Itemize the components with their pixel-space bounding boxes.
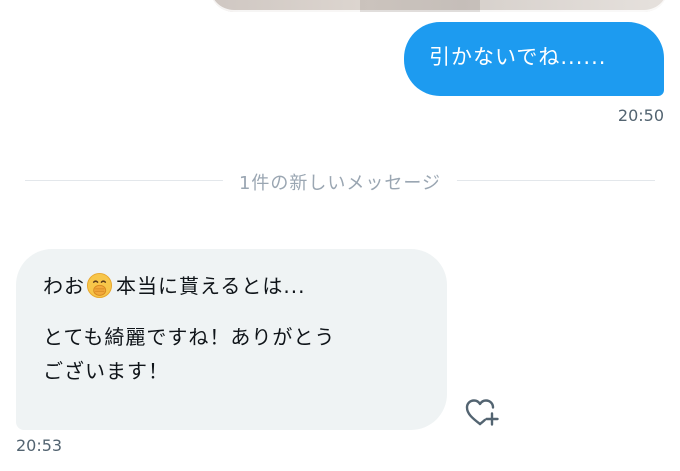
heart-plus-icon[interactable] — [463, 393, 501, 431]
incoming-message-line-2: とても綺麗ですね！ありがとう — [43, 325, 336, 349]
new-messages-divider-label: 1件の新しいメッセージ — [222, 169, 458, 195]
incoming-message-bubble[interactable]: わお 本当に貰えるとは... とても綺麗ですね！ありがとう ございます！ — [16, 249, 447, 430]
incoming-message-line-3: ございます！ — [43, 359, 169, 383]
incoming-line-1-prefix: わお — [43, 274, 85, 298]
outgoing-message-bubble[interactable]: 引かないでね...... — [404, 22, 664, 96]
incoming-message-line-1: わお 本当に貰えるとは... — [43, 269, 447, 303]
photo-content — [360, 0, 480, 12]
dm-conversation: 引かないでね...... 20:50 1件の新しいメッセージ わお 本当に貰える… — [0, 0, 680, 471]
incoming-line-1-suffix: 本当に貰えるとは... — [116, 274, 306, 298]
shared-photo-message[interactable] — [210, 0, 668, 12]
incoming-message-timestamp: 20:53 — [16, 436, 63, 455]
outgoing-message-timestamp: 20:50 — [617, 106, 664, 125]
outgoing-message-text: 引かないでね...... — [429, 45, 607, 69]
face-with-hand-over-mouth-emoji — [86, 272, 113, 299]
